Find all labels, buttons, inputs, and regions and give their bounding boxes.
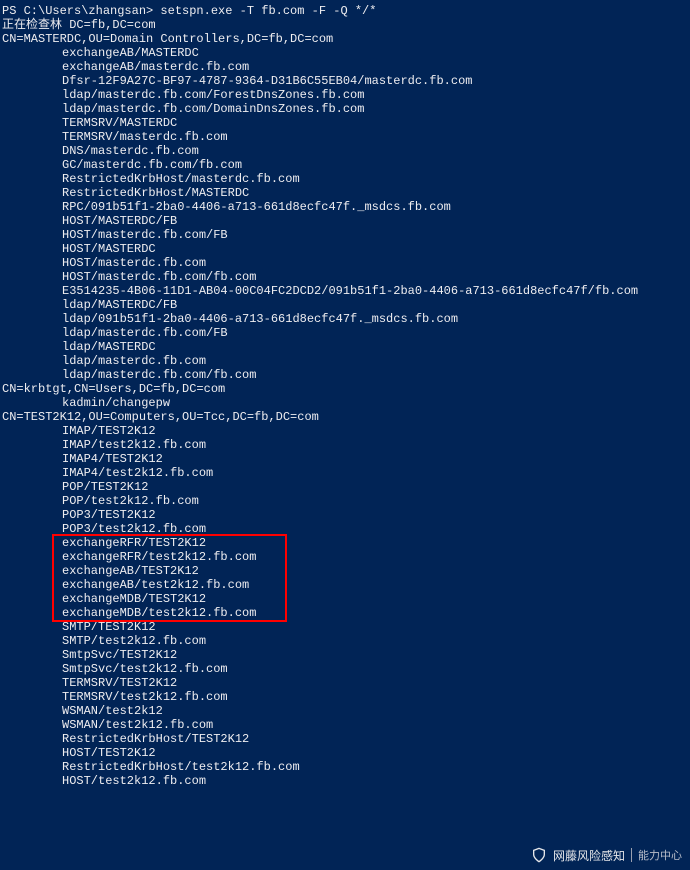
spn-entry: RestrictedKrbHost/TEST2K12	[2, 732, 688, 746]
spn-entry: TERMSRV/TEST2K12	[2, 676, 688, 690]
spn-entry: SmtpSvc/TEST2K12	[2, 648, 688, 662]
divider	[631, 848, 632, 862]
spn-entry: exchangeMDB/TEST2K12	[2, 592, 688, 606]
spn-entry: exchangeMDB/test2k12.fb.com	[2, 606, 688, 620]
spn-entry: ldap/MASTERDC	[2, 340, 688, 354]
spn-entry: ldap/MASTERDC/FB	[2, 298, 688, 312]
section-header: CN=TEST2K12,OU=Computers,OU=Tcc,DC=fb,DC…	[2, 410, 688, 424]
spn-entry: POP3/test2k12.fb.com	[2, 522, 688, 536]
spn-entry: ldap/091b51f1-2ba0-4406-a713-661d8ecfc47…	[2, 312, 688, 326]
spn-entry: DNS/masterdc.fb.com	[2, 144, 688, 158]
spn-entry: HOST/masterdc.fb.com/fb.com	[2, 270, 688, 284]
watermark: 网藤风险感知 能力中心	[531, 846, 682, 864]
spn-entry: POP/test2k12.fb.com	[2, 494, 688, 508]
spn-entry: SMTP/test2k12.fb.com	[2, 634, 688, 648]
spn-entry: ldap/masterdc.fb.com/ForestDnsZones.fb.c…	[2, 88, 688, 102]
spn-entry: exchangeRFR/test2k12.fb.com	[2, 550, 688, 564]
spn-entry: IMAP4/TEST2K12	[2, 452, 688, 466]
watermark-main: 网藤风险感知	[553, 847, 625, 864]
spn-entry: exchangeAB/MASTERDC	[2, 46, 688, 60]
spn-entry: kadmin/changepw	[2, 396, 688, 410]
spn-entry: WSMAN/test2k12.fb.com	[2, 718, 688, 732]
status-line: 正在检查林 DC=fb,DC=com	[2, 18, 688, 32]
spn-entry: HOST/MASTERDC/FB	[2, 214, 688, 228]
spn-entry: E3514235-4B06-11D1-AB04-00C04FC2DCD2/091…	[2, 284, 688, 298]
spn-entry: HOST/test2k12.fb.com	[2, 774, 688, 788]
spn-entry: ldap/masterdc.fb.com/DomainDnsZones.fb.c…	[2, 102, 688, 116]
section-header: CN=MASTERDC,OU=Domain Controllers,DC=fb,…	[2, 32, 688, 46]
spn-entry: SmtpSvc/test2k12.fb.com	[2, 662, 688, 676]
spn-entry: IMAP4/test2k12.fb.com	[2, 466, 688, 480]
spn-entry: HOST/TEST2K12	[2, 746, 688, 760]
spn-entry: TERMSRV/MASTERDC	[2, 116, 688, 130]
spn-entry: SMTP/TEST2K12	[2, 620, 688, 634]
spn-entry: ldap/masterdc.fb.com/FB	[2, 326, 688, 340]
prompt-line[interactable]: PS C:\Users\zhangsan> setspn.exe -T fb.c…	[2, 4, 688, 18]
spn-entry: exchangeAB/masterdc.fb.com	[2, 60, 688, 74]
spn-entry: exchangeAB/test2k12.fb.com	[2, 578, 688, 592]
spn-entry: HOST/MASTERDC	[2, 242, 688, 256]
spn-entry: HOST/masterdc.fb.com	[2, 256, 688, 270]
spn-entry: POP3/TEST2K12	[2, 508, 688, 522]
section-header: CN=krbtgt,CN=Users,DC=fb,DC=com	[2, 382, 688, 396]
spn-entry: IMAP/test2k12.fb.com	[2, 438, 688, 452]
spn-entry: Dfsr-12F9A27C-BF97-4787-9364-D31B6C55EB0…	[2, 74, 688, 88]
spn-entry: TERMSRV/test2k12.fb.com	[2, 690, 688, 704]
spn-entry: ldap/masterdc.fb.com	[2, 354, 688, 368]
spn-entry: HOST/masterdc.fb.com/FB	[2, 228, 688, 242]
spn-entry: exchangeRFR/TEST2K12	[2, 536, 688, 550]
spn-entry: RestrictedKrbHost/MASTERDC	[2, 186, 688, 200]
spn-entry: exchangeAB/TEST2K12	[2, 564, 688, 578]
powershell-terminal[interactable]: PS C:\Users\zhangsan> setspn.exe -T fb.c…	[0, 0, 690, 792]
spn-entry: GC/masterdc.fb.com/fb.com	[2, 158, 688, 172]
spn-entry: POP/TEST2K12	[2, 480, 688, 494]
spn-entry: RestrictedKrbHost/masterdc.fb.com	[2, 172, 688, 186]
shield-icon	[531, 846, 547, 864]
spn-entry: IMAP/TEST2K12	[2, 424, 688, 438]
spn-entry: RPC/091b51f1-2ba0-4406-a713-661d8ecfc47f…	[2, 200, 688, 214]
spn-entry: ldap/masterdc.fb.com/fb.com	[2, 368, 688, 382]
spn-entry: RestrictedKrbHost/test2k12.fb.com	[2, 760, 688, 774]
watermark-sub: 能力中心	[638, 847, 682, 863]
spn-entry: TERMSRV/masterdc.fb.com	[2, 130, 688, 144]
spn-entry: WSMAN/test2k12	[2, 704, 688, 718]
